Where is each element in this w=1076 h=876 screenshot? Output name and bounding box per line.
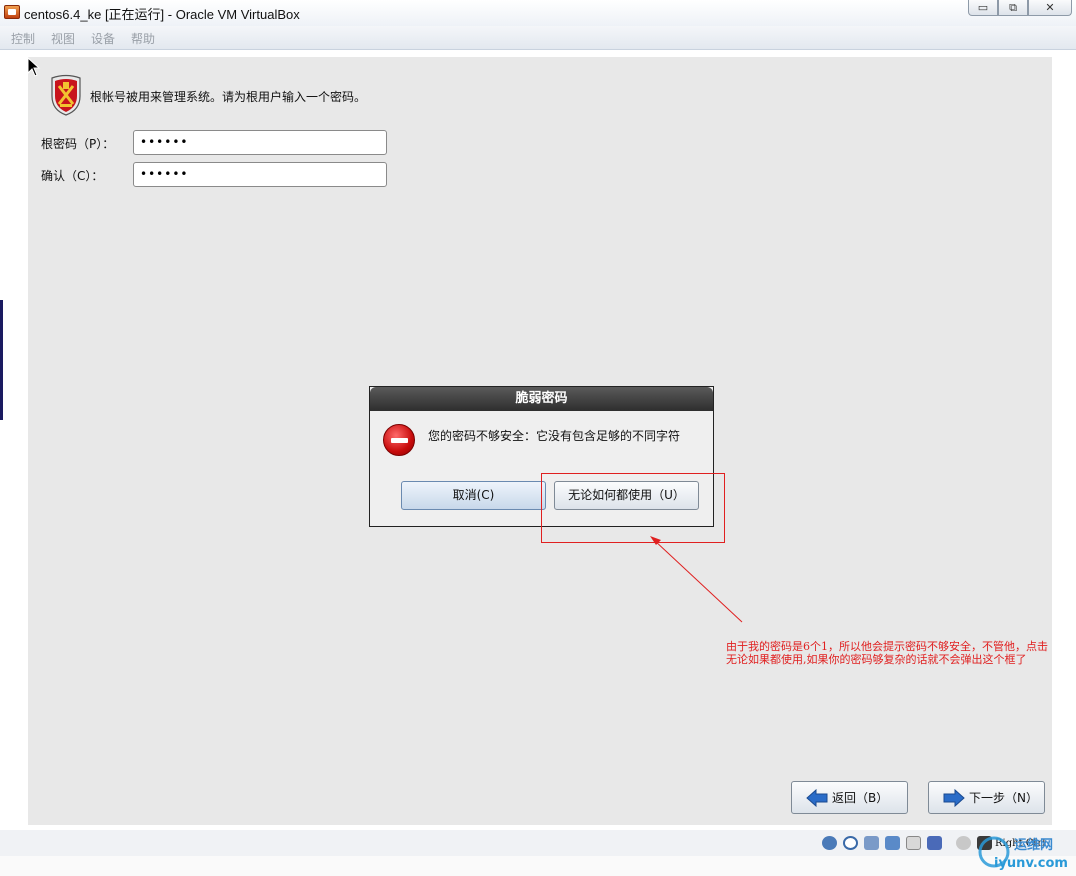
error-icon (383, 424, 415, 456)
harddisk-icon[interactable] (822, 836, 837, 850)
menubar: 控制 视图 设备 帮助 (0, 26, 1076, 50)
root-shield-icon (51, 74, 81, 116)
dialog-message: 您的密码不够安全：它没有包含足够的不同字符 (428, 429, 681, 443)
optical-drive-icon[interactable] (843, 836, 858, 850)
dialog-title: 脆弱密码 (370, 387, 713, 411)
watermark: 运维网 iyunv.com (976, 830, 1072, 876)
next-arrow-icon (943, 788, 965, 807)
window-controls: ▭ ⧉ ✕ (968, 0, 1072, 16)
header-text: 根帐号被用来管理系统。请为根用户输入一个密码。 (90, 90, 367, 104)
watermark-url: iyunv.com (994, 856, 1068, 871)
menu-control[interactable]: 控制 (11, 30, 35, 47)
close-button[interactable]: ✕ (1028, 0, 1072, 16)
capture-icon[interactable] (956, 836, 971, 850)
usb-icon[interactable] (864, 836, 879, 850)
display-icon[interactable] (927, 836, 942, 850)
back-button-label: 返回（B） (832, 791, 889, 805)
virtualbox-app-icon (4, 5, 20, 19)
annotation-line-1: 由于我的密码是6个1，所以他会提示密码不够安全，不管他，点击 (726, 640, 1048, 653)
window-titlebar: centos6.4_ke [正在运行] - Oracle VM VirtualB… (0, 0, 1076, 26)
cancel-button[interactable]: 取消(C) (401, 481, 546, 510)
annotation-text: 由于我的密码是6个1，所以他会提示密码不够安全，不管他，点击 无论如果都使用,如… (726, 640, 1076, 666)
confirm-password-field[interactable]: •••••• (133, 162, 387, 187)
menu-view[interactable]: 视图 (51, 30, 75, 47)
window-title: centos6.4_ke [正在运行] - Oracle VM VirtualB… (24, 7, 300, 22)
back-button[interactable]: 返回（B） (791, 781, 908, 814)
next-button[interactable]: 下一步（N） (928, 781, 1045, 814)
next-button-label: 下一步（N） (969, 791, 1038, 805)
confirm-password-label: 确认（C）： (41, 169, 104, 183)
restore-button[interactable]: ⧉ (998, 0, 1028, 16)
annotation-highlight-box (541, 473, 725, 543)
guest-left-edge (0, 300, 3, 420)
mouse-cursor-icon (27, 57, 41, 77)
shared-folder-icon[interactable] (906, 836, 921, 850)
minimize-button[interactable]: ▭ (968, 0, 998, 16)
network-icon[interactable] (885, 836, 900, 850)
menu-help[interactable]: 帮助 (131, 30, 155, 47)
root-password-field[interactable]: •••••• (133, 130, 387, 155)
watermark-cn: 运维网 (1014, 838, 1054, 853)
menu-devices[interactable]: 设备 (91, 30, 115, 47)
annotation-line-2: 无论如果都使用,如果你的密码够复杂的话就不会弹出这个框了 (726, 653, 1027, 666)
root-password-label: 根密码（P）： (41, 137, 115, 151)
back-arrow-icon (806, 788, 828, 807)
taskbar-strip (0, 856, 1076, 876)
